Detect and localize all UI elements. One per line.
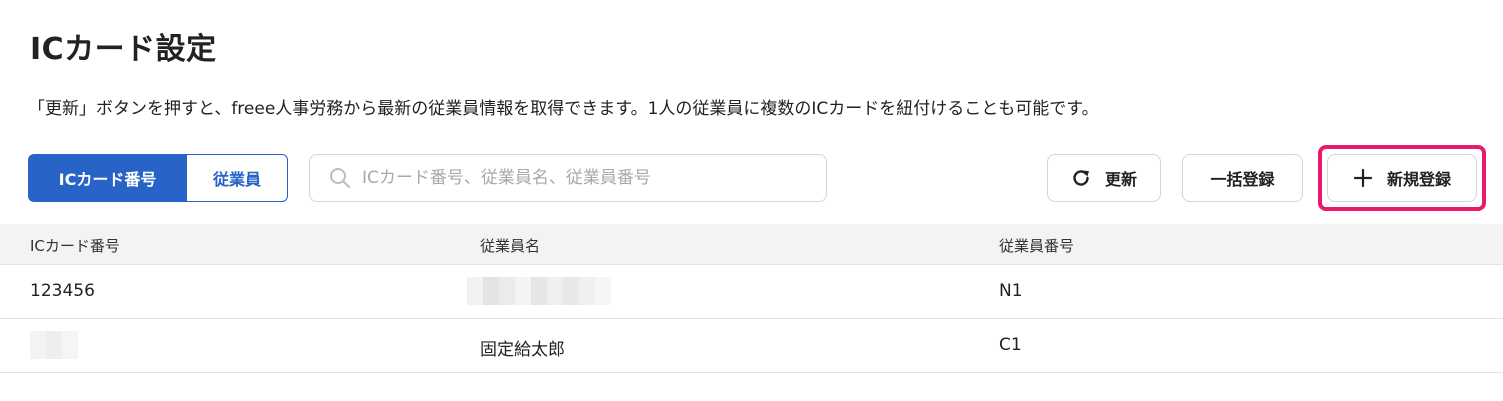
page-title: ICカード設定 xyxy=(30,32,217,67)
refresh-button-label: 更新 xyxy=(1104,170,1137,189)
table-header: ICカード番号 従業員名 従業員番号 xyxy=(0,224,1503,265)
cell-ic-card-number: 123456 xyxy=(30,281,95,301)
view-toggle: ICカード番号 従業員 xyxy=(28,154,288,202)
search-icon xyxy=(328,166,352,190)
search-input[interactable] xyxy=(360,167,804,189)
refresh-button[interactable]: 更新 xyxy=(1047,154,1161,202)
cell-employee-number: N1 xyxy=(999,281,1023,301)
bulk-register-button[interactable]: 一括登録 xyxy=(1182,154,1303,202)
new-register-button[interactable]: 新規登録 xyxy=(1327,154,1477,202)
column-header-ic-card-number: ICカード番号 xyxy=(30,237,120,255)
bulk-register-label: 一括登録 xyxy=(1210,170,1275,189)
segment-ic-card-number[interactable]: ICカード番号 xyxy=(28,154,187,202)
toolbar: ICカード番号 従業員 更新 一括登録 xyxy=(28,145,1488,211)
segment-employee[interactable]: 従業員 xyxy=(187,154,288,202)
table-row[interactable]: 123456 N1 xyxy=(0,265,1503,319)
page-description: 「更新」ボタンを押すと、freee人事労務から最新の従業員情報を取得できます。1… xyxy=(28,99,1099,119)
cell-employee-number: C1 xyxy=(999,335,1022,355)
cell-employee-name: 固定給太郎 xyxy=(480,340,565,360)
column-header-employee-name: 従業員名 xyxy=(480,237,541,255)
redacted-employee-name xyxy=(467,277,611,305)
refresh-icon xyxy=(1071,168,1091,188)
table-row[interactable]: 固定給太郎 C1 xyxy=(0,319,1503,373)
redacted-ic-card-number xyxy=(30,331,78,359)
ic-card-table: ICカード番号 従業員名 従業員番号 123456 N1 固定給太郎 C1 xyxy=(0,224,1503,373)
search-box[interactable] xyxy=(309,154,827,202)
new-register-highlight: 新規登録 xyxy=(1318,145,1486,211)
plus-icon xyxy=(1353,168,1373,188)
new-register-label: 新規登録 xyxy=(1386,170,1451,189)
column-header-employee-number: 従業員番号 xyxy=(999,237,1075,255)
